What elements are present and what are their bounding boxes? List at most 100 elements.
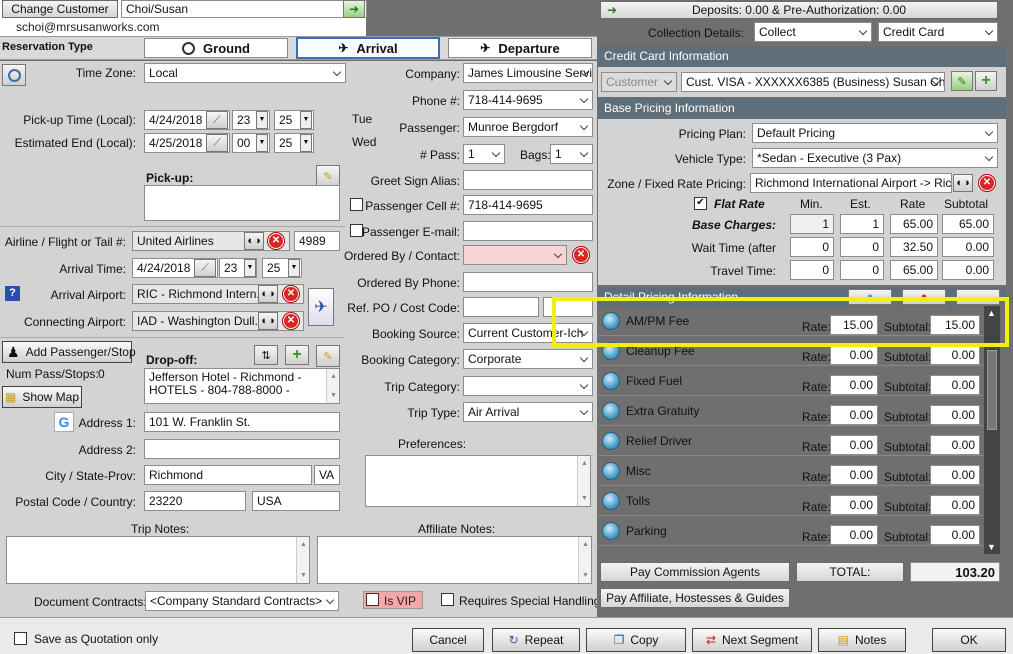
preferences-scrollbar[interactable]: [577, 456, 590, 506]
add-passenger-button[interactable]: ♟ Add Passenger/Stop: [2, 341, 136, 363]
next-segment-button[interactable]: ⇄ Next Segment: [692, 628, 812, 652]
trip-category-select[interactable]: [463, 376, 593, 396]
pickup-calendar-button[interactable]: ⟋: [206, 111, 228, 129]
zone-clear-button[interactable]: ✕: [979, 175, 995, 191]
travel-rate-field[interactable]: 65.00: [890, 260, 938, 280]
country-field[interactable]: USA: [252, 491, 340, 511]
detail-rate-field[interactable]: 0.00: [830, 345, 878, 365]
wait-rate-field[interactable]: 32.50: [890, 237, 938, 257]
base-est-field[interactable]: 1: [840, 214, 884, 234]
base-min-field[interactable]: 1: [790, 214, 834, 234]
globe-icon[interactable]: [602, 342, 620, 360]
airline-field[interactable]: United Airlines: [132, 231, 290, 251]
cc-card-select[interactable]: Cust. VISA - XXXXXX6385 (Business) Susan…: [681, 72, 945, 92]
dropoff-swap-button[interactable]: ⇅: [254, 345, 278, 365]
passenger-select[interactable]: Munroe Bergdorf: [463, 117, 593, 137]
tab-ground[interactable]: Ground: [144, 38, 288, 58]
clear-dropoff-button[interactable]: ✎: [316, 345, 340, 367]
collection-method-select[interactable]: Credit Card: [878, 22, 998, 42]
zone-lookup-button[interactable]: ◐◑: [953, 174, 973, 192]
detail-delete-button[interactable]: ●: [902, 289, 946, 305]
ref-po-field[interactable]: [463, 297, 539, 317]
clock-button[interactable]: [2, 64, 26, 86]
dropoff-address-text[interactable]: Jefferson Hotel - Richmond - HOTELS - 80…: [144, 368, 340, 404]
travel-est-field[interactable]: 0: [840, 260, 884, 280]
airline-lookup-button[interactable]: ◐◑: [244, 232, 264, 250]
flight-number-field[interactable]: 4989: [294, 231, 340, 251]
deposits-button[interactable]: ➜ Deposits: 0.00 & Pre-Authorization: 0.…: [600, 1, 998, 19]
flight-status-button[interactable]: ✈: [308, 288, 334, 326]
change-customer-button[interactable]: Change Customer: [2, 0, 118, 18]
detail-scrollbar[interactable]: ▲ ▼: [984, 306, 1000, 554]
end-minute-spinner[interactable]: ▼: [300, 134, 312, 152]
doc-contracts-select[interactable]: <Company Standard Contracts>: [145, 591, 339, 611]
trip-notes-scrollbar[interactable]: [296, 537, 309, 583]
tab-departure[interactable]: ✈ Departure: [448, 38, 592, 58]
pricing-plan-select[interactable]: Default Pricing: [752, 123, 998, 143]
airline-clear-button[interactable]: ✕: [268, 233, 284, 249]
arrival-calendar-button[interactable]: ⟋: [194, 259, 216, 277]
connecting-airport-lookup-button[interactable]: ◐◑: [258, 312, 278, 330]
detail-options-button[interactable]: [956, 289, 1000, 305]
pickup-address-text[interactable]: [144, 185, 340, 221]
globe-icon[interactable]: [602, 522, 620, 540]
scroll-thumb[interactable]: [987, 350, 997, 430]
address1-field[interactable]: 101 W. Franklin St.: [144, 412, 340, 432]
bags-select[interactable]: 1: [550, 144, 593, 164]
detail-rate-field[interactable]: 0.00: [830, 465, 878, 485]
trip-type-select[interactable]: Air Arrival: [463, 402, 593, 422]
repeat-button[interactable]: ↻ Repeat: [492, 628, 580, 652]
customer-lookup-button[interactable]: ➜: [343, 0, 365, 18]
show-map-button[interactable]: ▦ Show Map: [2, 386, 82, 408]
connecting-airport-field[interactable]: IAD - Washington Dull...: [132, 311, 304, 331]
affiliate-notes-text[interactable]: [317, 536, 592, 584]
num-pass-select[interactable]: 1: [463, 144, 505, 164]
base-rate-field[interactable]: 65.00: [890, 214, 938, 234]
globe-icon[interactable]: [602, 432, 620, 450]
cell-field[interactable]: 718-414-9695: [463, 195, 593, 215]
time-zone-select[interactable]: Local: [144, 63, 346, 83]
detail-rate-field[interactable]: 0.00: [830, 525, 878, 545]
dropoff-add-button[interactable]: +: [285, 345, 309, 365]
postal-field[interactable]: 23220: [144, 491, 246, 511]
copy-button[interactable]: ❐ Copy: [586, 628, 686, 652]
special-handling-checkbox[interactable]: [441, 593, 454, 606]
arrival-airport-field[interactable]: RIC - Richmond Intern...: [132, 284, 304, 304]
end-hour-spinner[interactable]: ▼: [256, 134, 268, 152]
booking-source-select[interactable]: Current Customer-Ich: [463, 323, 593, 343]
scroll-down-icon[interactable]: ▼: [987, 542, 996, 552]
arrival-hour-spinner[interactable]: ▼: [244, 259, 256, 277]
cc-edit-button[interactable]: ✎: [951, 71, 973, 91]
end-calendar-button[interactable]: ⟋: [206, 134, 228, 152]
pickup-minute-spinner[interactable]: ▼: [300, 111, 312, 129]
zone-field[interactable]: Richmond International Airport -> Ric...: [750, 173, 952, 193]
greet-field[interactable]: [463, 170, 593, 190]
booking-category-select[interactable]: Corporate: [463, 349, 593, 369]
detail-rate-field[interactable]: 0.00: [830, 495, 878, 515]
ordered-by-clear-button[interactable]: ✕: [573, 247, 589, 263]
ordered-phone-field[interactable]: [463, 272, 593, 292]
pay-affiliate-button[interactable]: Pay Affiliate, Hostesses & Guides: [600, 588, 790, 608]
scroll-up-icon[interactable]: ▲: [987, 308, 996, 318]
ok-button[interactable]: OK: [932, 628, 1006, 652]
ordered-by-select[interactable]: [463, 245, 567, 265]
clear-pickup-button[interactable]: ✎: [316, 165, 340, 187]
travel-min-field[interactable]: 0: [790, 260, 834, 280]
phone-select[interactable]: 718-414-9695: [463, 90, 593, 110]
globe-icon[interactable]: [602, 492, 620, 510]
globe-icon[interactable]: [602, 402, 620, 420]
wait-est-field[interactable]: 0: [840, 237, 884, 257]
flat-rate-checkbox[interactable]: ✔: [694, 197, 707, 210]
save-quotation-checkbox[interactable]: [14, 632, 27, 645]
vip-checkbox[interactable]: [366, 593, 379, 606]
notes-button[interactable]: ▤ Notes: [818, 628, 906, 652]
detail-add-button[interactable]: ●: [848, 289, 892, 305]
detail-rate-field[interactable]: 15.00: [830, 315, 878, 335]
address2-field[interactable]: [144, 439, 340, 459]
tab-arrival[interactable]: ✈ Arrival: [296, 37, 440, 59]
cancel-button[interactable]: Cancel: [412, 628, 484, 652]
detail-rate-field[interactable]: 0.00: [830, 405, 878, 425]
cc-owner-select[interactable]: Customer: [601, 72, 677, 92]
trip-notes-text[interactable]: [6, 536, 310, 584]
detail-rate-field[interactable]: 0.00: [830, 435, 878, 455]
